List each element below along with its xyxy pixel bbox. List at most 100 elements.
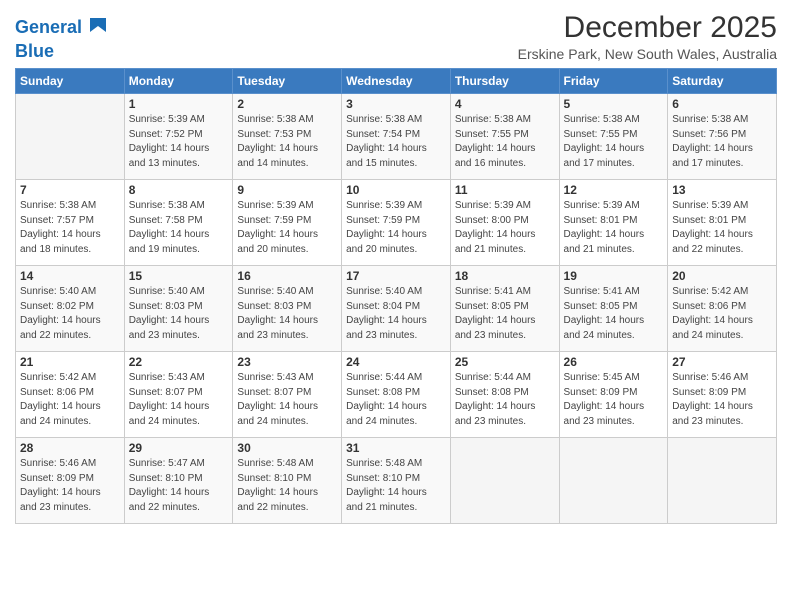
cell-w4-d6: 26 Sunrise: 5:45 AMSunset: 8:09 PMDayligh… [559, 352, 668, 438]
cell-w2-d1: 7Sunrise: 5:38 AMSunset: 7:57 PMDaylight… [16, 180, 125, 266]
cell-w5-d7 [668, 438, 777, 524]
cell-w4-d5: 25Sunrise: 5:44 AMSunset: 8:08 PMDayligh… [450, 352, 559, 438]
day-info: Sunrise: 5:42 AMSunset: 8:06 PMDaylight:… [672, 285, 772, 343]
day-number: 22 [129, 355, 229, 369]
cell-w5-d4: 31 Sunrise: 5:48 AMSunset: 8:10 PMDayligh… [342, 438, 451, 524]
day-number: 16 [237, 269, 337, 283]
cell-w1-d4: 3 Sunrise: 5:38 AMSunset: 7:54 PMDaylight… [342, 94, 451, 180]
day-info: Sunrise: 5:47 AMSunset: 8:10 PMDaylight:… [129, 457, 229, 515]
day-info: Sunrise: 5:46 AMSunset: 8:09 PMDaylight:… [20, 457, 120, 515]
cell-w5-d2: 29Sunrise: 5:47 AMSunset: 8:10 PMDayligh… [124, 438, 233, 524]
col-sunday: Sunday [16, 69, 125, 94]
day-number: 18 [455, 269, 555, 283]
week-row-5: 28 Sunrise: 5:46 AMSunset: 8:09 PMDayligh… [16, 438, 777, 524]
day-number: 11 [455, 183, 555, 197]
day-info: Sunrise: 5:43 AMSunset: 8:07 PMDaylight:… [237, 371, 337, 429]
day-number: 23 [237, 355, 337, 369]
day-number: 30 [237, 441, 337, 455]
day-number: 13 [672, 183, 772, 197]
day-info: Sunrise: 5:48 AMSunset: 8:10 PMDaylight:… [346, 457, 446, 515]
cell-w3-d7: 20 Sunrise: 5:42 AMSunset: 8:06 PMDayligh… [668, 266, 777, 352]
cell-w3-d6: 19Sunrise: 5:41 AMSunset: 8:05 PMDayligh… [559, 266, 668, 352]
day-number: 24 [346, 355, 446, 369]
cell-w2-d5: 11 Sunrise: 5:39 AMSunset: 8:00 PMDayligh… [450, 180, 559, 266]
day-info: Sunrise: 5:38 AMSunset: 7:58 PMDaylight:… [129, 199, 229, 257]
col-friday: Friday [559, 69, 668, 94]
col-thursday: Thursday [450, 69, 559, 94]
header-row: Sunday Monday Tuesday Wednesday Thursday… [16, 69, 777, 94]
calendar-header: Sunday Monday Tuesday Wednesday Thursday… [16, 69, 777, 94]
day-number: 12 [564, 183, 664, 197]
cell-w1-d2: 1Sunrise: 5:39 AMSunset: 7:52 PMDaylight… [124, 94, 233, 180]
day-info: Sunrise: 5:39 AMSunset: 7:59 PMDaylight:… [237, 199, 337, 257]
day-number: 4 [455, 97, 555, 111]
cell-w4-d3: 23 Sunrise: 5:43 AMSunset: 8:07 PMDayligh… [233, 352, 342, 438]
day-number: 27 [672, 355, 772, 369]
cell-w3-d2: 15 Sunrise: 5:40 AMSunset: 8:03 PMDayligh… [124, 266, 233, 352]
day-info: Sunrise: 5:38 AMSunset: 7:56 PMDaylight:… [672, 113, 772, 171]
cell-w4-d2: 22 Sunrise: 5:43 AMSunset: 8:07 PMDayligh… [124, 352, 233, 438]
day-info: Sunrise: 5:40 AMSunset: 8:02 PMDaylight:… [20, 285, 120, 343]
day-number: 2 [237, 97, 337, 111]
day-number: 15 [129, 269, 229, 283]
day-info: Sunrise: 5:43 AMSunset: 8:07 PMDaylight:… [129, 371, 229, 429]
day-number: 26 [564, 355, 664, 369]
col-monday: Monday [124, 69, 233, 94]
cell-w1-d5: 4 Sunrise: 5:38 AMSunset: 7:55 PMDaylight… [450, 94, 559, 180]
cell-w5-d5 [450, 438, 559, 524]
main-title: December 2025 [518, 10, 777, 46]
calendar-table: Sunday Monday Tuesday Wednesday Thursday… [15, 68, 777, 524]
cell-w4-d1: 21 Sunrise: 5:42 AMSunset: 8:06 PMDayligh… [16, 352, 125, 438]
page-container: General Blue December 2025 Erskine Park,… [0, 0, 792, 534]
week-row-3: 14 Sunrise: 5:40 AMSunset: 8:02 PMDayligh… [16, 266, 777, 352]
day-info: Sunrise: 5:45 AMSunset: 8:09 PMDaylight:… [564, 371, 664, 429]
day-info: Sunrise: 5:48 AMSunset: 8:10 PMDaylight:… [237, 457, 337, 515]
logo-blue-text: Blue [15, 41, 54, 61]
cell-w1-d1 [16, 94, 125, 180]
day-info: Sunrise: 5:41 AMSunset: 8:05 PMDaylight:… [455, 285, 555, 343]
col-saturday: Saturday [668, 69, 777, 94]
cell-w3-d1: 14 Sunrise: 5:40 AMSunset: 8:02 PMDayligh… [16, 266, 125, 352]
day-info: Sunrise: 5:38 AMSunset: 7:53 PMDaylight:… [237, 113, 337, 171]
col-tuesday: Tuesday [233, 69, 342, 94]
day-info: Sunrise: 5:39 AMSunset: 8:01 PMDaylight:… [564, 199, 664, 257]
cell-w3-d5: 18 Sunrise: 5:41 AMSunset: 8:05 PMDayligh… [450, 266, 559, 352]
day-number: 14 [20, 269, 120, 283]
day-number: 3 [346, 97, 446, 111]
day-info: Sunrise: 5:38 AMSunset: 7:54 PMDaylight:… [346, 113, 446, 171]
cell-w2-d6: 12 Sunrise: 5:39 AMSunset: 8:01 PMDayligh… [559, 180, 668, 266]
cell-w1-d6: 5Sunrise: 5:38 AMSunset: 7:55 PMDaylight… [559, 94, 668, 180]
day-info: Sunrise: 5:39 AMSunset: 8:00 PMDaylight:… [455, 199, 555, 257]
logo-text: General [15, 18, 82, 38]
cell-w5-d3: 30 Sunrise: 5:48 AMSunset: 8:10 PMDayligh… [233, 438, 342, 524]
cell-w2-d2: 8 Sunrise: 5:38 AMSunset: 7:58 PMDaylight… [124, 180, 233, 266]
day-info: Sunrise: 5:40 AMSunset: 8:03 PMDaylight:… [129, 285, 229, 343]
day-number: 21 [20, 355, 120, 369]
cell-w1-d7: 6Sunrise: 5:38 AMSunset: 7:56 PMDaylight… [668, 94, 777, 180]
header: General Blue December 2025 Erskine Park,… [15, 10, 777, 62]
day-number: 8 [129, 183, 229, 197]
day-number: 10 [346, 183, 446, 197]
day-number: 20 [672, 269, 772, 283]
day-info: Sunrise: 5:40 AMSunset: 8:04 PMDaylight:… [346, 285, 446, 343]
cell-w5-d6 [559, 438, 668, 524]
cell-w2-d4: 10 Sunrise: 5:39 AMSunset: 7:59 PMDayligh… [342, 180, 451, 266]
day-info: Sunrise: 5:38 AMSunset: 7:55 PMDaylight:… [455, 113, 555, 171]
logo: General Blue [15, 14, 112, 62]
cell-w2-d7: 13 Sunrise: 5:39 AMSunset: 8:01 PMDayligh… [668, 180, 777, 266]
day-number: 7 [20, 183, 120, 197]
cell-w2-d3: 9 Sunrise: 5:39 AMSunset: 7:59 PMDaylight… [233, 180, 342, 266]
day-info: Sunrise: 5:39 AMSunset: 7:59 PMDaylight:… [346, 199, 446, 257]
day-number: 31 [346, 441, 446, 455]
day-number: 9 [237, 183, 337, 197]
day-number: 28 [20, 441, 120, 455]
day-info: Sunrise: 5:40 AMSunset: 8:03 PMDaylight:… [237, 285, 337, 343]
day-info: Sunrise: 5:39 AMSunset: 7:52 PMDaylight:… [129, 113, 229, 171]
day-info: Sunrise: 5:46 AMSunset: 8:09 PMDaylight:… [672, 371, 772, 429]
day-info: Sunrise: 5:39 AMSunset: 8:01 PMDaylight:… [672, 199, 772, 257]
day-info: Sunrise: 5:42 AMSunset: 8:06 PMDaylight:… [20, 371, 120, 429]
cell-w3-d4: 17Sunrise: 5:40 AMSunset: 8:04 PMDayligh… [342, 266, 451, 352]
calendar-body: 1Sunrise: 5:39 AMSunset: 7:52 PMDaylight… [16, 94, 777, 524]
week-row-2: 7Sunrise: 5:38 AMSunset: 7:57 PMDaylight… [16, 180, 777, 266]
cell-w3-d3: 16 Sunrise: 5:40 AMSunset: 8:03 PMDayligh… [233, 266, 342, 352]
